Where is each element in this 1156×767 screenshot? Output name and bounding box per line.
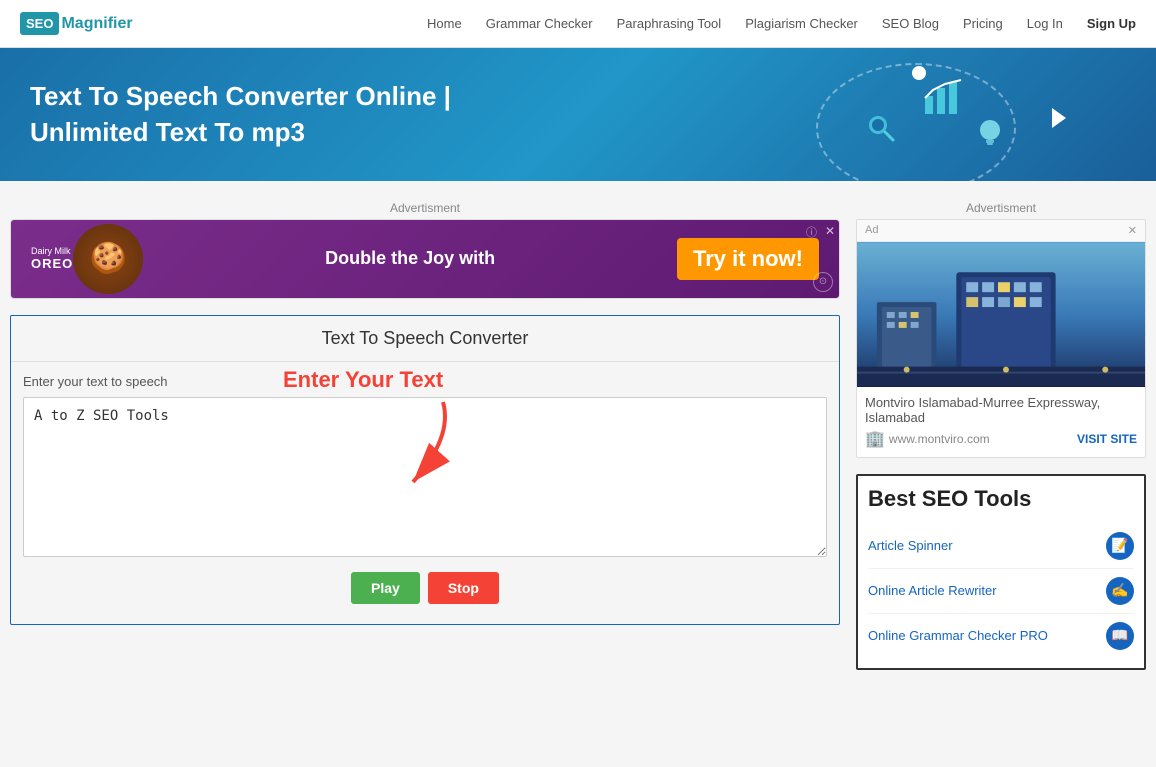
nav-blog[interactable]: SEO Blog [882,16,939,31]
navigation: SEO Magnifier Home Grammar Checker Parap… [0,0,1156,48]
nav-plagiarism[interactable]: Plagiarism Checker [745,16,858,31]
logo[interactable]: SEO Magnifier [20,12,133,35]
seo-tools-title: Best SEO Tools [868,486,1134,512]
content-area: Advertisment ⓘ ✕ Dairy Milk OREO 🍪 Doubl… [10,201,840,678]
ad-banner: ⓘ ✕ Dairy Milk OREO 🍪 Double the Joy wit… [10,219,840,299]
sidebar-ad-box: Ad ✕ [856,219,1146,458]
nav-links: Home Grammar Checker Paraphrasing Tool P… [427,16,1136,31]
input-label: Enter your text to speech [23,374,827,389]
sidebar-ad-label: Advertisment [856,201,1146,215]
ad-brand: Dairy Milk OREO [31,246,73,271]
text-input[interactable]: A to Z SEO Tools [23,397,827,557]
ad-label: Advertisment [10,201,840,215]
seo-tool-link[interactable]: Article Spinner [868,538,953,553]
seo-tool-icon: 📖 [1106,622,1134,650]
bulb-icon [976,118,1004,153]
sidebar-ad-close[interactable]: ✕ [1128,224,1137,237]
hero-arrow [1052,108,1066,128]
ad-text: Double the Joy with [143,248,677,269]
ad-cta[interactable]: Try it now! [677,238,819,280]
logo-magnifier: Magnifier [61,15,132,33]
sidebar-ad-image [857,242,1145,387]
logo-seo: SEO [20,12,59,35]
nav-signup[interactable]: Sign Up [1087,16,1136,31]
hero-decoration [796,58,1096,178]
ad-info-icon: ⓘ [806,224,817,240]
sidebar-ad-header: Ad ✕ [857,220,1145,242]
sidebar-ad-caption: Montviro Islamabad-Murree Expressway, Is… [865,395,1137,425]
sidebar-ad-footer: Montviro Islamabad-Murree Expressway, Is… [857,387,1145,457]
seo-tool-icon: 📝 [1106,532,1134,560]
cookie-image: 🍪 [73,224,143,294]
hero-banner: Text To Speech Converter Online | Unlimi… [0,48,1156,181]
sidebar-ad-site: 🏢 www.montviro.com [865,429,990,449]
chart-icon [921,76,971,119]
tool-title: Text To Speech Converter [11,316,839,362]
annotation-area: Enter Your Text A to Z SEO Tools [23,397,827,560]
sidebar: Advertisment Ad ✕ [856,201,1146,678]
seo-tool-icon: ✍️ [1106,577,1134,605]
seo-tool-item: Online Article Rewriter ✍️ [868,569,1134,614]
visit-site-button[interactable]: VISIT SITE [1077,432,1137,446]
tool-body: Enter your text to speech Enter Your Tex… [11,362,839,624]
seo-tool-link[interactable]: Online Article Rewriter [868,583,997,598]
play-button[interactable]: Play [351,572,420,604]
nav-pricing[interactable]: Pricing [963,16,1003,31]
seo-tool-item: Online Grammar Checker PRO 📖 [868,614,1134,658]
sidebar-ad-actions: 🏢 www.montviro.com VISIT SITE [865,429,1137,449]
nav-login[interactable]: Log In [1027,16,1063,31]
button-row: Play Stop [23,560,827,612]
nav-home[interactable]: Home [427,16,462,31]
tool-box: Text To Speech Converter Enter your text… [10,315,840,625]
stop-button[interactable]: Stop [428,572,499,604]
seo-tool-link[interactable]: Online Grammar Checker PRO [868,628,1048,643]
nav-paraphrasing[interactable]: Paraphrasing Tool [617,16,722,31]
seo-tool-item: Article Spinner 📝 [868,524,1134,569]
site-logo-icon: 🏢 [865,429,885,449]
magnifier-icon [866,113,896,146]
hero-title: Text To Speech Converter Online | Unlimi… [30,78,451,151]
seo-tools-box: Best SEO Tools Article Spinner 📝 Online … [856,474,1146,670]
ad-badge-circle: ⊙ [813,272,833,292]
main-layout: Advertisment ⓘ ✕ Dairy Milk OREO 🍪 Doubl… [0,181,1156,698]
seo-tool-list: Article Spinner 📝 Online Article Rewrite… [868,524,1134,658]
nav-grammar[interactable]: Grammar Checker [486,16,593,31]
building-svg [857,242,1145,387]
sidebar-ad-badge: Ad [865,224,878,236]
ad-close-icon[interactable]: ✕ [825,224,835,238]
